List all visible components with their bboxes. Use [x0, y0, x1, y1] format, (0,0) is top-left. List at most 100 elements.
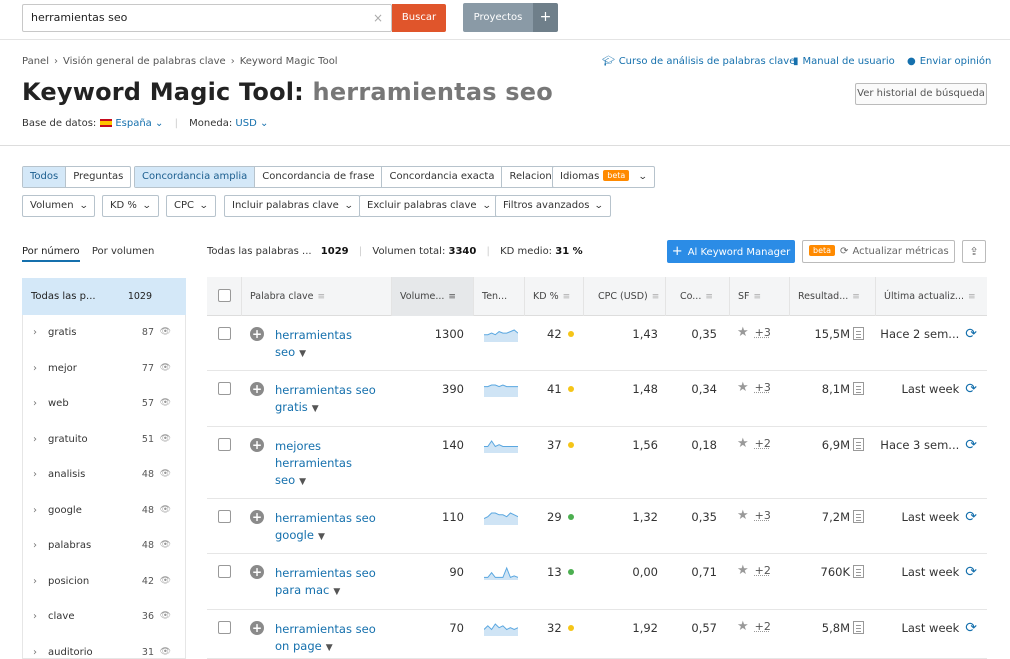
sidebar-item-6[interactable]: › palabras 48 👁︎ [23, 528, 186, 563]
add-project-button[interactable]: + [533, 3, 558, 32]
caret-down-icon[interactable]: ▼ [299, 477, 306, 487]
serp-features-count[interactable]: +2 [755, 620, 771, 633]
update-metrics-button[interactable]: beta ⟳ Actualizar métricas [802, 240, 955, 263]
search-history-button[interactable]: Ver historial de búsqueda [855, 83, 987, 105]
eye-icon[interactable]: 👁︎ [160, 528, 171, 563]
serp-document-icon[interactable] [853, 438, 864, 451]
keyword-manager-button[interactable]: + Al Keyword Manager [667, 240, 795, 263]
header-trend[interactable]: Ten... [474, 277, 525, 316]
sidebar-item-5[interactable]: › google 48 👁︎ [23, 493, 186, 528]
tab-todos[interactable]: Todos [23, 167, 66, 187]
manual-link[interactable]: ▮ Manual de usuario [793, 56, 895, 67]
cpc-filter-label[interactable]: CPC [174, 200, 194, 211]
search-value[interactable]: herramientas seo [31, 11, 127, 24]
include-filter-label[interactable]: Incluir palabras clave [232, 200, 339, 211]
manual-link-label[interactable]: Manual de usuario [803, 56, 895, 67]
keyword-text[interactable]: herramientas seo [275, 328, 352, 359]
serp-document-icon[interactable] [853, 382, 864, 395]
tab-by-number[interactable]: Por número [22, 246, 80, 262]
add-keyword-icon[interactable]: + [250, 438, 264, 452]
advanced-filters[interactable]: Filtros avanzados ⌄ [495, 195, 611, 217]
keyword-manager-label[interactable]: Al Keyword Manager [688, 247, 791, 258]
add-keyword-icon[interactable]: + [250, 621, 264, 635]
keyword-link[interactable]: herramientas seo on page ▼ [275, 621, 383, 657]
kd-filter-label[interactable]: KD % [110, 200, 137, 211]
exclude-filter-label[interactable]: Excluir palabras clave [367, 200, 477, 211]
refresh-icon[interactable]: ⟳ [965, 326, 977, 342]
header-keyword[interactable]: Palabra clave ≡ [242, 277, 392, 316]
chevron-right-icon[interactable]: › [33, 493, 37, 528]
serp-features-cell[interactable]: ★ +2 [737, 619, 771, 634]
chevron-right-icon[interactable]: › [33, 564, 37, 599]
refresh-icon[interactable]: ⟳ [965, 381, 977, 397]
serp-document-icon[interactable] [853, 621, 864, 634]
serp-features-count[interactable]: +3 [755, 509, 771, 522]
database-select[interactable]: España ⌄ [115, 118, 163, 129]
chevron-right-icon[interactable]: › [33, 635, 37, 659]
chevron-right-icon[interactable]: › [33, 528, 37, 563]
languages-label[interactable]: Idiomas [560, 171, 599, 182]
volume-filter-label[interactable]: Volumen [30, 200, 74, 211]
add-keyword-icon[interactable]: + [250, 510, 264, 524]
serp-features-cell[interactable]: ★ +2 [737, 563, 771, 578]
header-updated[interactable]: Última actualiz... ≡ [876, 277, 987, 316]
row-checkbox[interactable] [218, 382, 231, 395]
eye-icon[interactable]: 👁︎ [160, 315, 171, 350]
sidebar-item-1[interactable]: › mejor 77 👁︎ [23, 351, 186, 386]
serp-features-cell[interactable]: ★ +2 [737, 436, 771, 451]
sidebar-item-all[interactable]: Todas las p... 1029 [22, 278, 186, 315]
keyword-link[interactable]: herramientas seo para mac ▼ [275, 565, 383, 601]
refresh-icon[interactable]: ⟳ [965, 509, 977, 525]
chevron-right-icon[interactable]: › [33, 351, 37, 386]
sidebar-item-8[interactable]: › clave 36 👁︎ [23, 599, 186, 634]
chevron-right-icon[interactable]: › [33, 599, 37, 634]
update-metrics-label[interactable]: Actualizar métricas [852, 246, 948, 257]
sidebar-item-4[interactable]: › analisis 48 👁︎ [23, 457, 186, 492]
caret-down-icon[interactable]: ▼ [326, 643, 333, 653]
header-sf[interactable]: SF ≡ [730, 277, 790, 316]
course-link-label[interactable]: Curso de análisis de palabras clave [619, 56, 796, 67]
serp-features-cell[interactable]: ★ +3 [737, 508, 771, 523]
search-button[interactable]: Buscar [392, 4, 446, 32]
header-kd[interactable]: KD % ≡ [525, 277, 584, 316]
row-checkbox[interactable] [218, 565, 231, 578]
keyword-link[interactable]: mejores herramientas seo ▼ [275, 438, 383, 491]
serp-features-count[interactable]: +3 [755, 381, 771, 394]
kd-filter[interactable]: KD % ⌄ [102, 195, 159, 217]
currency-value[interactable]: USD [235, 118, 256, 129]
header-volume[interactable]: Volume... ≡ [392, 277, 474, 316]
tab-broad-match[interactable]: Concordancia amplia [135, 167, 255, 187]
chevron-right-icon[interactable]: › [33, 457, 37, 492]
row-checkbox[interactable] [218, 327, 231, 340]
languages-dropdown[interactable]: Idiomas beta ⌄ [552, 166, 655, 188]
serp-features-count[interactable]: +3 [755, 326, 771, 339]
refresh-icon[interactable]: ⟳ [965, 564, 977, 580]
keyword-text[interactable]: herramientas seo para mac [275, 566, 376, 597]
add-keyword-icon[interactable]: + [250, 565, 264, 579]
header-competition[interactable]: Co... ≡ [666, 277, 730, 316]
sidebar-item-2[interactable]: › web 57 👁︎ [23, 386, 186, 421]
eye-icon[interactable]: 👁︎ [160, 351, 171, 386]
sidebar-item-0[interactable]: › gratis 87 👁︎ [23, 315, 186, 350]
tab-phrase-match[interactable]: Concordancia de frase [255, 167, 382, 187]
cpc-filter[interactable]: CPC ⌄ [166, 195, 216, 217]
serp-features-cell[interactable]: ★ +3 [737, 380, 771, 395]
chevron-right-icon[interactable]: › [33, 386, 37, 421]
volume-filter[interactable]: Volumen ⌄ [22, 195, 95, 217]
eye-icon[interactable]: 👁︎ [160, 635, 171, 659]
tab-preguntas[interactable]: Preguntas [66, 167, 130, 187]
eye-icon[interactable]: 👁︎ [160, 564, 171, 599]
keyword-link[interactable]: herramientas seo gratis ▼ [275, 382, 383, 418]
refresh-icon[interactable]: ⟳ [965, 437, 977, 453]
caret-down-icon[interactable]: ▼ [312, 404, 319, 414]
keyword-text[interactable]: mejores herramientas seo [275, 439, 352, 487]
eye-icon[interactable]: 👁︎ [160, 493, 171, 528]
serp-document-icon[interactable] [853, 510, 864, 523]
serp-features-cell[interactable]: ★ +3 [737, 325, 771, 340]
header-cpc[interactable]: CPC (USD) ≡ [584, 277, 666, 316]
feedback-link[interactable]: ● Enviar opinión [907, 56, 991, 67]
sidebar-item-9[interactable]: › auditorio 31 👁︎ [23, 635, 186, 659]
currency-select[interactable]: USD ⌄ [235, 118, 268, 129]
sidebar-item-3[interactable]: › gratuito 51 👁︎ [23, 422, 186, 457]
add-keyword-icon[interactable]: + [250, 382, 264, 396]
